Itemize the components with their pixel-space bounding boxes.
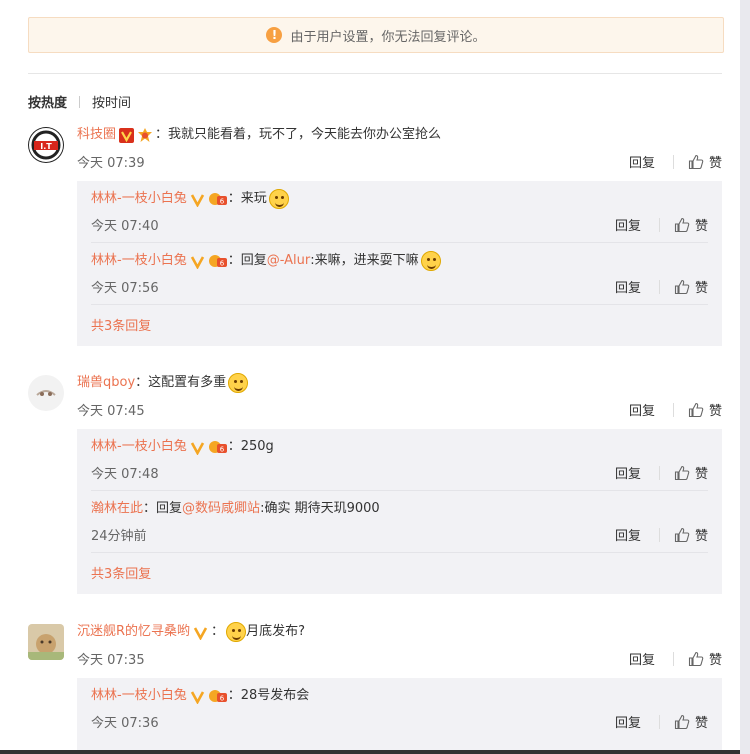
- thumbs-up-icon: [674, 465, 690, 480]
- reply-time: 今天 07:56: [91, 281, 159, 296]
- reply-button[interactable]: 回复: [629, 400, 655, 419]
- reply-text: :来嘛，进来耍下嘛: [310, 253, 419, 268]
- reply-button[interactable]: 回复: [615, 463, 641, 482]
- reply-time: 今天 07:40: [91, 219, 159, 234]
- emoji-icon: [420, 251, 441, 271]
- svg-text:6: 6: [219, 198, 224, 206]
- reply-time: 今天 07:48: [91, 467, 159, 482]
- reply-text: 来玩: [240, 191, 267, 206]
- reply-button[interactable]: 回复: [615, 525, 641, 544]
- avatar[interactable]: [28, 624, 64, 660]
- thumbs-up-icon: [674, 217, 690, 232]
- bottom-edge: [0, 750, 740, 754]
- verified-v-icon: [190, 254, 205, 269]
- like-label: 赞: [708, 156, 722, 171]
- avatar-logo-text: I.T: [40, 142, 52, 151]
- comment-text: 我就只能看着，玩不了，今天能去你办公室抢么: [168, 127, 442, 142]
- level-badge-icon: 6: [208, 253, 228, 269]
- replier-name[interactable]: 瀚林在此: [91, 499, 143, 519]
- reply-button[interactable]: 回复: [629, 649, 655, 668]
- replier-name[interactable]: 林林-一枝小白兔: [91, 686, 187, 706]
- svg-text:6: 6: [219, 260, 224, 268]
- scrollbar[interactable]: [740, 0, 750, 754]
- comment-time: 今天 07:39: [77, 156, 145, 171]
- like-button[interactable]: 赞: [688, 152, 722, 171]
- svg-text:6: 6: [219, 695, 224, 703]
- like-button[interactable]: 赞: [674, 463, 708, 482]
- level-badge-icon: 6: [208, 191, 228, 207]
- comment-text: 这配置有多重: [148, 375, 227, 390]
- reply-button[interactable]: 回复: [615, 215, 641, 234]
- avatar[interactable]: [28, 375, 64, 411]
- thumbs-up-icon: [674, 527, 690, 542]
- level-badge-icon: 6: [208, 439, 228, 455]
- reply-time: 24分钟前: [91, 529, 147, 544]
- reply-text: 28号发布会: [240, 688, 310, 703]
- more-replies-link[interactable]: 共3条回复: [91, 305, 708, 346]
- thumbs-up-icon: [674, 714, 690, 729]
- reply-text: 250g: [240, 439, 274, 454]
- commenter-name[interactable]: 科技圈: [77, 125, 116, 145]
- doge-emoji-icon: [228, 373, 249, 393]
- emoji-icon: [268, 189, 289, 209]
- sort-by-hot-tab[interactable]: 按热度: [28, 92, 67, 111]
- sort-tabs: 按热度 按时间: [28, 92, 131, 111]
- thumbs-up-icon: [674, 279, 690, 294]
- thumbs-up-icon: [688, 154, 704, 169]
- verified-v-icon: [190, 689, 205, 704]
- thumbs-up-icon: [688, 651, 704, 666]
- reply-item: 林林-一枝小白兔 6 ： 来玩 今天 07:40 回复 赞: [91, 181, 708, 243]
- reply-list: 林林-一枝小白兔 6 ： 250g 今天 07:48 回复 赞 瀚林在此 ： 回…: [77, 429, 722, 594]
- commenter-name[interactable]: 瑞兽qboy: [77, 373, 135, 393]
- reply-item: 林林-一枝小白兔 6 ： 250g 今天 07:48 回复 赞: [91, 429, 708, 491]
- commenter-name[interactable]: 沉迷舰R的忆寻桑哟: [77, 622, 190, 642]
- divider: [28, 73, 722, 74]
- reply-list: 林林-一枝小白兔 6 ： 来玩 今天 07:40 回复 赞 林林-一枝小白兔 6…: [77, 181, 722, 346]
- replier-name[interactable]: 林林-一枝小白兔: [91, 437, 187, 457]
- avatar[interactable]: I.T: [28, 127, 64, 163]
- svg-text:6: 6: [219, 446, 224, 454]
- notice-text: 由于用户设置，你无法回复评论。: [290, 29, 486, 45]
- replier-name[interactable]: 林林-一枝小白兔: [91, 251, 187, 271]
- comment-text: 月底发布?: [246, 624, 305, 639]
- like-button[interactable]: 赞: [674, 277, 708, 296]
- mention-link[interactable]: @数码咸卿站: [182, 499, 260, 519]
- reply-text: :确实 期待天玑9000: [260, 501, 380, 516]
- replier-name[interactable]: 林林-一枝小白兔: [91, 189, 187, 209]
- like-button[interactable]: 赞: [688, 400, 722, 419]
- reply-item: 林林-一枝小白兔 6 ： 28号发布会 今天 07:36 回复 赞: [91, 686, 708, 731]
- sort-separator: [79, 95, 81, 108]
- like-button[interactable]: 赞: [688, 649, 722, 668]
- fan-badge-icon: [137, 127, 153, 143]
- sort-by-time-tab[interactable]: 按时间: [92, 92, 131, 111]
- comment-content: 科技圈 ： 我就只能看着，玩不了，今天能去你办公室抢么: [77, 125, 722, 145]
- comment-time: 今天 07:45: [77, 404, 145, 419]
- thumbs-up-icon: [688, 402, 704, 417]
- reply-button[interactable]: 回复: [615, 712, 641, 731]
- reply-button[interactable]: 回复: [615, 277, 641, 296]
- verified-v-icon: [193, 625, 208, 640]
- verified-v-icon: [190, 440, 205, 455]
- reply-list: 林林-一枝小白兔 6 ： 28号发布会 今天 07:36 回复 赞: [77, 678, 722, 750]
- doge-emoji-icon: [226, 622, 247, 642]
- more-replies-link[interactable]: 共3条回复: [91, 553, 708, 594]
- level-badge-icon: 6: [208, 688, 228, 704]
- verified-v-icon: [190, 192, 205, 207]
- like-button[interactable]: 赞: [674, 712, 708, 731]
- reply-button[interactable]: 回复: [629, 152, 655, 171]
- reply-time: 今天 07:36: [91, 716, 159, 731]
- verified-badge-icon: [119, 127, 135, 143]
- comments-panel: ! 由于用户设置，你无法回复评论。 按热度 按时间 I.T 科技圈 ： 我就只能…: [0, 0, 740, 754]
- reply-item: 林林-一枝小白兔 6 ： 回复 @-Alur :来嘛，进来耍下嘛 今天 07:5…: [91, 243, 708, 305]
- like-button[interactable]: 赞: [674, 215, 708, 234]
- comment-time: 今天 07:35: [77, 653, 145, 668]
- warning-icon: !: [266, 27, 283, 43]
- reply-restriction-notice: ! 由于用户设置，你无法回复评论。: [28, 17, 724, 53]
- like-button[interactable]: 赞: [674, 525, 708, 544]
- reply-item: 瀚林在此 ： 回复 @数码咸卿站 :确实 期待天玑9000 24分钟前 回复 赞: [91, 491, 708, 553]
- mention-link[interactable]: @-Alur: [267, 251, 311, 271]
